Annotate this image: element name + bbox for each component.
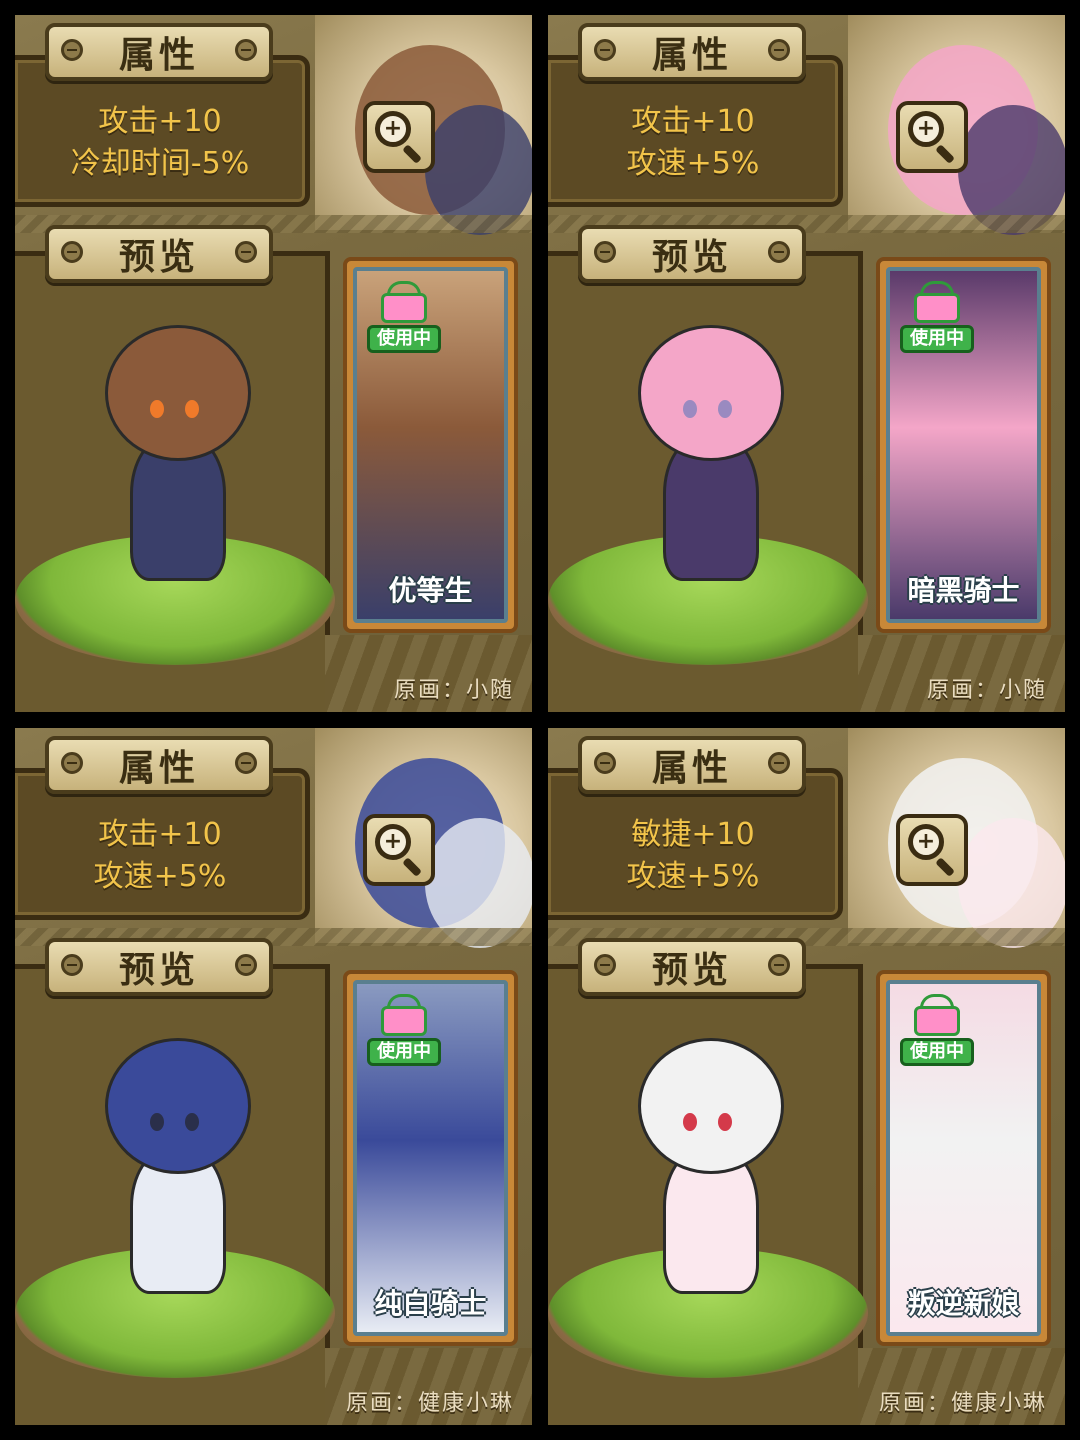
attribute-line: 攻击+10: [631, 104, 755, 139]
skin-name: 优等生: [388, 574, 473, 607]
skin-name: 叛逆新娘: [907, 1287, 1020, 1320]
artist-credit: 原画：小随: [393, 678, 514, 703]
shirt-icon: [381, 1006, 427, 1036]
skin-name: 暗黑骑士: [907, 574, 1020, 607]
attribute-header: 属性: [578, 736, 806, 794]
attribute-header: 属性: [45, 23, 273, 81]
bolt-icon: [768, 954, 790, 976]
shirt-icon: [381, 293, 427, 323]
attribute-line: 攻速+5%: [626, 859, 760, 894]
bolt-icon: [61, 752, 83, 774]
skin-card[interactable]: 使用中 纯白骑士: [343, 970, 518, 1346]
skin-panel: 攻击+10 攻速+5% 属性 + 预览 使用中 暗黑骑士 原画：小随: [548, 15, 1065, 712]
attribute-line: 敏捷+10: [631, 817, 755, 852]
bolt-icon: [594, 752, 616, 774]
shirt-icon: [914, 293, 960, 323]
bolt-icon: [61, 241, 83, 263]
in-use-badge: 使用中: [900, 994, 974, 1070]
chibi-character-preview: [75, 1028, 275, 1308]
attribute-line: 冷却时间-5%: [70, 146, 250, 181]
attribute-line: 攻速+5%: [93, 859, 227, 894]
zoom-in-icon[interactable]: +: [363, 101, 435, 173]
attribute-line: 攻速+5%: [626, 146, 760, 181]
artist-credit: 原画：健康小琳: [878, 1391, 1047, 1416]
attribute-line: 攻击+10: [98, 817, 222, 852]
skin-card[interactable]: 使用中 优等生: [343, 257, 518, 633]
bolt-icon: [768, 241, 790, 263]
bolt-icon: [768, 752, 790, 774]
bolt-icon: [235, 752, 257, 774]
bolt-icon: [61, 39, 83, 61]
skin-panel: 敏捷+10 攻速+5% 属性 + 预览 使用中 叛逆新娘 原画：健康小琳: [548, 728, 1065, 1425]
preview-header: 预览: [45, 225, 273, 283]
shirt-icon: [914, 1006, 960, 1036]
bolt-icon: [235, 241, 257, 263]
preview-header: 预览: [578, 938, 806, 996]
attribute-header: 属性: [578, 23, 806, 81]
preview-header: 预览: [578, 225, 806, 283]
artist-credit: 原画：小随: [926, 678, 1047, 703]
bolt-icon: [594, 241, 616, 263]
attribute-header: 属性: [45, 736, 273, 794]
preview-header: 预览: [45, 938, 273, 996]
chibi-character-preview: [608, 315, 808, 595]
attribute-line: 攻击+10: [98, 104, 222, 139]
zoom-in-icon[interactable]: +: [896, 814, 968, 886]
chibi-character-preview: [75, 315, 275, 595]
bolt-icon: [768, 39, 790, 61]
zoom-in-icon[interactable]: +: [363, 814, 435, 886]
in-use-badge: 使用中: [367, 994, 441, 1070]
bolt-icon: [235, 954, 257, 976]
bolt-icon: [594, 954, 616, 976]
skin-panel: 攻击+10 攻速+5% 属性 + 预览 使用中 纯白骑士 原画：健康小琳: [15, 728, 532, 1425]
artist-credit: 原画：健康小琳: [345, 1391, 514, 1416]
in-use-badge: 使用中: [367, 281, 441, 357]
skin-panel: 攻击+10 冷却时间-5% 属性 + 预览 使用中 优等生 原画：小随: [15, 15, 532, 712]
skin-name: 纯白骑士: [374, 1287, 487, 1320]
chibi-character-preview: [608, 1028, 808, 1308]
bolt-icon: [594, 39, 616, 61]
zoom-in-icon[interactable]: +: [896, 101, 968, 173]
skin-card[interactable]: 使用中 叛逆新娘: [876, 970, 1051, 1346]
bolt-icon: [61, 954, 83, 976]
skin-card[interactable]: 使用中 暗黑骑士: [876, 257, 1051, 633]
bolt-icon: [235, 39, 257, 61]
in-use-badge: 使用中: [900, 281, 974, 357]
